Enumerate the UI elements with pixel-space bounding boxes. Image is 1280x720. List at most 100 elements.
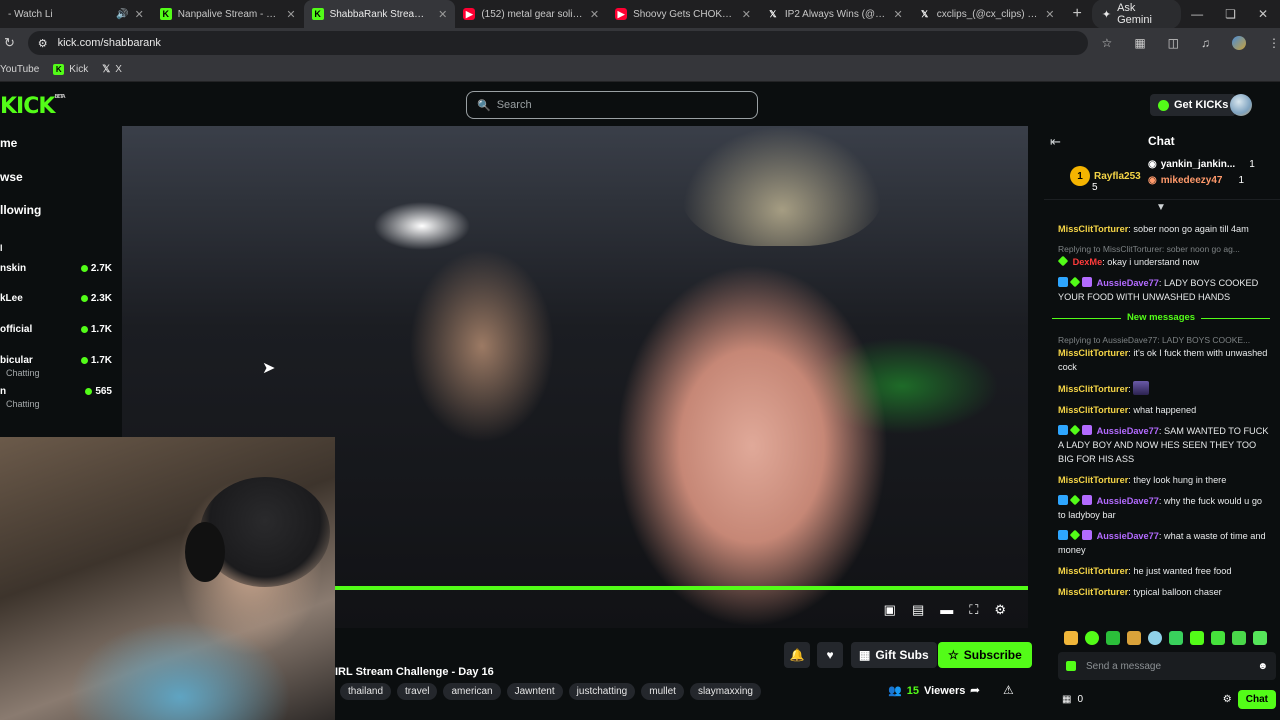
close-icon[interactable]: ✕ (590, 8, 599, 21)
collapse-chat-icon[interactable]: ⇤ (1050, 134, 1061, 150)
browser-tab[interactable]: 𝕏 cxclips_(@cx_clips) / X ✕ (911, 0, 1063, 28)
sidebar-channel[interactable]: bicular 1.7K (0, 355, 112, 366)
reload-icon[interactable]: ↻ (0, 35, 20, 51)
close-icon[interactable]: ✕ (438, 8, 447, 21)
tag[interactable]: travel (397, 683, 438, 700)
maximize-icon[interactable]: ❏ (1225, 7, 1236, 21)
close-window-icon[interactable]: ✕ (1258, 7, 1268, 21)
emoji-picker-icon[interactable]: ☻ (1257, 661, 1268, 672)
tag[interactable]: Jawntent (506, 683, 563, 700)
tag[interactable]: american (443, 683, 501, 700)
user-avatar[interactable] (1230, 94, 1252, 116)
minimize-icon[interactable]: — (1191, 7, 1203, 21)
emote-icon[interactable] (1106, 631, 1120, 645)
settings-icon[interactable]: ⚙ (994, 602, 1006, 618)
ask-gemini-button[interactable]: ✦ Ask Gemini (1091, 0, 1182, 29)
profile-avatar[interactable] (1232, 36, 1246, 50)
leaderboard-name: Rayfla253 (1094, 170, 1141, 182)
chat-message-input[interactable]: Send a message ☻ (1058, 652, 1276, 680)
url-input[interactable]: ⚙ kick.com/shabbarank (27, 31, 1088, 55)
share-icon[interactable]: ➦ (970, 683, 980, 697)
speaker-icon[interactable]: 🔊 (116, 9, 128, 20)
close-icon[interactable]: ✕ (893, 8, 902, 21)
tag[interactable]: justchatting (568, 683, 636, 700)
sidebar-channel[interactable]: nskin 2.7K (0, 263, 112, 274)
media-icon[interactable]: ♫ (1201, 36, 1210, 50)
menu-kebab-icon[interactable]: ⋮ (1268, 36, 1280, 50)
extensions-icon[interactable]: ▦ (1134, 36, 1145, 50)
kick-icon: K (53, 64, 65, 75)
chat-username[interactable]: MissClitTorturer (1058, 475, 1128, 485)
search-input[interactable]: 🔍 Search (466, 91, 758, 119)
chat-username[interactable]: AussieDave77 (1097, 496, 1159, 506)
close-icon[interactable]: ✕ (1045, 8, 1054, 21)
chat-username[interactable]: MissClitTorturer (1058, 348, 1128, 358)
leaderboard-item[interactable]: ◉ yankin_jankin... 1 (1148, 159, 1255, 170)
emote-icon[interactable] (1085, 631, 1099, 645)
chat-username[interactable]: MissClitTorturer (1058, 405, 1128, 415)
leaderboard-item[interactable]: ◉ mikedeezy47 1 (1148, 175, 1244, 186)
get-kicks-button[interactable]: Get KICKs (1150, 94, 1237, 116)
sidebar-item-home[interactable]: me (0, 136, 17, 150)
browser-tab[interactable]: ▶ Shoovy Gets CHOKED OUT ✕ (607, 0, 759, 28)
kick-logo[interactable]: KICKBETA (0, 94, 66, 119)
theater-icon[interactable]: ▤ (912, 602, 924, 618)
chat-username[interactable]: MissClitTorturer (1058, 587, 1128, 597)
send-chat-button[interactable]: Chat (1237, 689, 1276, 709)
bookmark-x[interactable]: 𝕏 X (102, 64, 122, 75)
bookmark-star-icon[interactable]: ☆ (1102, 36, 1113, 50)
browser-tab[interactable]: ▶ (152) metal gear solid 2 lofi ✕ (455, 0, 607, 28)
emote-icon[interactable] (1190, 631, 1204, 645)
sidebar-item-browse[interactable]: wse (0, 170, 23, 184)
chat-username[interactable]: DexMe (1073, 257, 1103, 267)
fullscreen-icon[interactable]: ⛶ (969, 602, 978, 618)
sidebar-channel[interactable]: kLee 2.3K (0, 293, 112, 304)
emote-icon[interactable] (1232, 631, 1246, 645)
viewers-icon: 👥 (888, 685, 902, 697)
report-icon[interactable]: ⚠ (1003, 683, 1014, 697)
emote-icon[interactable] (1253, 631, 1267, 645)
new-tab-button[interactable]: + (1062, 5, 1091, 23)
points-icon[interactable]: ▦ (1062, 694, 1071, 705)
tag[interactable]: thailand (340, 683, 392, 700)
close-icon[interactable]: ✕ (135, 8, 144, 21)
chat-username[interactable]: MissClitTorturer (1058, 224, 1128, 234)
chat-username[interactable]: AussieDave77 (1097, 278, 1159, 288)
sidebar-channel[interactable]: official 1.7K (0, 324, 112, 335)
close-icon[interactable]: ✕ (286, 8, 295, 21)
browser-tab[interactable]: K Nanpalive Stream - Watch Li ✕ (152, 0, 304, 28)
chat-username[interactable]: AussieDave77 (1097, 426, 1159, 436)
emote-icon[interactable] (1148, 631, 1162, 645)
browser-tab-active[interactable]: K ShabbaRank Stream - W ✕ (303, 0, 456, 28)
chat-username[interactable]: AussieDave77 (1097, 531, 1159, 541)
pip-icon[interactable]: ▣ (884, 602, 896, 618)
bookmark-kick[interactable]: K Kick (53, 64, 88, 75)
notification-bell-button[interactable]: 🔔 (784, 642, 810, 668)
tab-title: ShabbaRank Stream - W (329, 8, 433, 20)
tag[interactable]: slaymaxxing (689, 683, 761, 700)
chat-settings-icon[interactable]: ⚙ (1223, 694, 1232, 705)
split-view-icon[interactable]: ◫ (1168, 36, 1179, 50)
tag[interactable]: mullet (641, 683, 684, 700)
sidebar-item-following[interactable]: llowing (0, 203, 41, 217)
browser-tab[interactable]: - Watch Li 🔊 ✕ (0, 0, 152, 28)
emote-icon[interactable] (1127, 631, 1141, 645)
expand-leaderboard-icon[interactable]: ▼ (1156, 202, 1166, 213)
close-icon[interactable]: ✕ (742, 8, 751, 21)
subscribe-button[interactable]: ☆ Subscribe (938, 642, 1032, 668)
chat-text: typical balloon chaser (1133, 587, 1222, 597)
miniplayer-icon[interactable]: ▬ (940, 602, 953, 618)
chat-username[interactable]: MissClitTorturer (1058, 566, 1128, 576)
sidebar-channel[interactable]: n 565 (0, 386, 112, 397)
emote-icon[interactable] (1169, 631, 1183, 645)
chat-username[interactable]: MissClitTorturer (1058, 384, 1128, 394)
site-info-icon[interactable]: ⚙ (38, 37, 48, 50)
video-progress-bar[interactable] (334, 586, 1028, 590)
leaderboard-item[interactable]: 1 Rayfla253 (1070, 166, 1141, 186)
emote-icon[interactable] (1064, 631, 1078, 645)
emote-icon[interactable] (1211, 631, 1225, 645)
gift-subs-button[interactable]: ▦ Gift Subs (851, 642, 937, 668)
browser-tab[interactable]: 𝕏 IP2 Always Wins (@Ip2Alwa ✕ (759, 0, 911, 28)
follow-button[interactable]: ♥ (817, 642, 843, 668)
bookmark-youtube[interactable]: YouTube (0, 64, 39, 75)
